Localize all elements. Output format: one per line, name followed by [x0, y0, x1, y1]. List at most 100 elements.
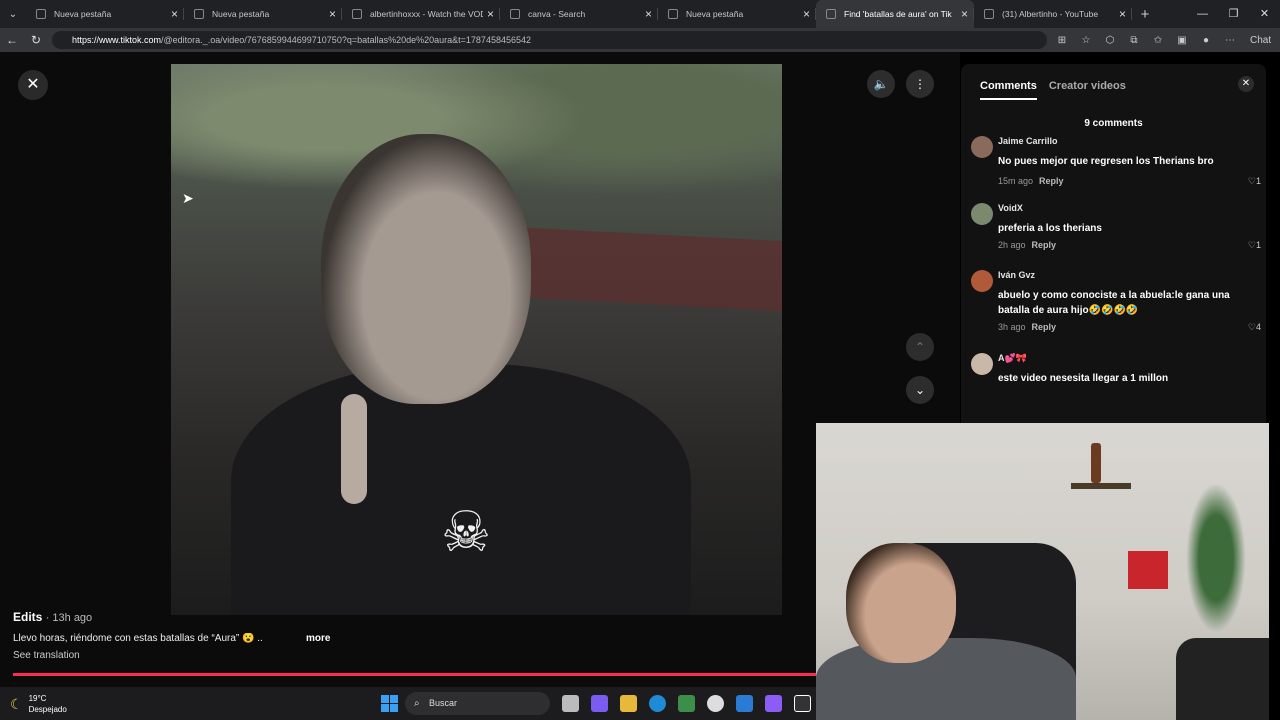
tab-close-icon[interactable]: × — [803, 7, 810, 21]
new-tab-button[interactable]: + — [1132, 6, 1158, 23]
video-progress-bar[interactable] — [13, 673, 816, 676]
close-panel-icon[interactable]: ✕ — [1238, 76, 1254, 92]
reply-button[interactable]: Reply — [1039, 176, 1064, 186]
store-app-icon[interactable] — [678, 695, 695, 712]
windows-taskbar: ☾ 19°C Despejado ⌕ Buscar — [0, 687, 816, 720]
video-time-ago: · 13h ago — [45, 612, 93, 624]
avatar[interactable] — [971, 203, 993, 225]
capcut-icon[interactable] — [794, 695, 811, 712]
profile-avatar[interactable]: ● — [1196, 35, 1216, 46]
tab-creator-videos[interactable]: Creator videos — [1049, 80, 1126, 100]
windows-start-icon[interactable] — [381, 695, 398, 712]
like-count: 4 — [1255, 322, 1261, 332]
comment-username[interactable]: Iván Gvz — [998, 270, 1035, 280]
volume-icon[interactable]: 🔈 — [867, 70, 895, 98]
comment-text: preferia a los therians — [998, 223, 1102, 234]
comment-time: 3h ago — [998, 322, 1026, 332]
taskbar-search-input[interactable]: ⌕ Buscar — [405, 692, 550, 715]
url-field[interactable]: https://www.tiktok.com/@editora._.oa/vid… — [52, 31, 1047, 49]
app-icon[interactable] — [707, 695, 724, 712]
browser-tab[interactable]: canva - Search × — [500, 0, 658, 28]
weather-widget[interactable]: ☾ 19°C Despejado — [10, 693, 67, 715]
close-window-icon[interactable]: ✕ — [1249, 0, 1280, 28]
browser-tab[interactable]: Nueva pestaña × — [184, 0, 342, 28]
comment-username[interactable]: Jaime Carrillo — [998, 136, 1058, 146]
video-caption: Llevo horas, riéndome con estas batallas… — [13, 633, 263, 644]
reload-icon[interactable]: ↻ — [24, 33, 48, 47]
split-screen-icon[interactable]: ⧉ — [1124, 35, 1144, 46]
teams-icon[interactable] — [765, 695, 782, 712]
reply-button[interactable]: Reply — [1032, 322, 1057, 332]
minimize-icon[interactable]: — — [1187, 0, 1218, 28]
tab-close-icon[interactable]: × — [1119, 7, 1126, 21]
comment-likes[interactable]: ♡1 — [1248, 176, 1261, 187]
comment-likes[interactable]: ♡4 — [1248, 322, 1261, 333]
search-icon: ⌕ — [414, 698, 420, 709]
video-author-name[interactable]: Edits — [13, 610, 42, 624]
avatar[interactable] — [971, 136, 993, 158]
browser-tab[interactable]: Nueva pestaña × — [658, 0, 816, 28]
mouse-cursor-icon: ➤ — [182, 190, 194, 206]
webcam-microphone — [1176, 638, 1269, 720]
file-explorer-icon[interactable] — [620, 695, 637, 712]
copilot-chat-button[interactable]: Chat — [1250, 35, 1271, 46]
video-more-options-icon[interactable]: ⋮ — [906, 70, 934, 98]
heart-icon[interactable]: ♡ — [1248, 240, 1256, 250]
favorite-star-icon[interactable]: ☆ — [1076, 35, 1096, 46]
video-subject-head — [321, 134, 531, 404]
weather-text: 19°C Despejado — [29, 693, 67, 715]
tab-favicon-icon — [510, 9, 520, 19]
back-icon[interactable]: ← — [0, 33, 24, 47]
tab-close-icon[interactable]: × — [329, 7, 336, 21]
task-view-icon[interactable] — [562, 695, 579, 712]
video-author[interactable]: Edits · 13h ago — [13, 610, 92, 624]
extensions-icon[interactable]: ⬡ — [1100, 35, 1120, 46]
video-background-awning — [511, 226, 782, 312]
apps-icon[interactable]: ⊞ — [1052, 35, 1072, 46]
heart-icon[interactable]: ♡ — [1248, 176, 1256, 186]
more-menu-icon[interactable]: ⋯ — [1220, 35, 1240, 46]
copilot-app-icon[interactable] — [591, 695, 608, 712]
browser-tab[interactable]: Nueva pestaña × — [26, 0, 184, 28]
previous-video-button[interactable]: ⌃ — [906, 333, 934, 361]
weather-temperature: 19°C — [28, 694, 47, 703]
close-video-button[interactable]: ✕ — [18, 70, 48, 100]
tab-list-menu-icon[interactable]: ⌄ — [0, 0, 26, 28]
favorites-icon[interactable]: ✩ — [1148, 35, 1168, 46]
heart-icon[interactable]: ♡ — [1248, 322, 1256, 332]
avatar[interactable] — [971, 353, 993, 375]
edge-browser-icon[interactable] — [649, 695, 666, 712]
tab-title: Nueva pestaña — [212, 9, 270, 19]
browser-tab[interactable]: Find 'batallas de aura' on Tik × — [816, 0, 974, 28]
comment-meta: 2h ago Reply — [998, 240, 1056, 250]
comment-likes[interactable]: ♡1 — [1248, 240, 1261, 251]
comment-time: 15m ago — [998, 176, 1034, 186]
tab-close-icon[interactable]: × — [487, 7, 494, 21]
browser-tab[interactable]: (31) Albertinho - YouTube × — [974, 0, 1132, 28]
avatar[interactable] — [971, 270, 993, 292]
browser-tab-bar: ⌄ Nueva pestaña × Nueva pestaña × albertinho… — [0, 0, 1280, 28]
comment-username[interactable]: VoidX — [998, 203, 1023, 213]
comment-meta: 15m ago Reply — [998, 176, 1064, 186]
tab-close-icon[interactable]: × — [171, 7, 178, 21]
webcam-person-head — [846, 543, 956, 663]
collections-icon[interactable]: ▣ — [1172, 35, 1192, 46]
webcam-plant — [1186, 483, 1246, 633]
tab-close-icon[interactable]: × — [961, 7, 968, 21]
comment-text: abuelo y como conociste a la abuela:le g… — [998, 290, 1230, 316]
weather-condition: Despejado — [28, 705, 67, 714]
video-subject-body — [231, 364, 691, 615]
mail-icon[interactable] — [736, 695, 753, 712]
restore-icon[interactable]: ❐ — [1218, 0, 1249, 28]
video-player[interactable]: ☠ — [171, 64, 782, 615]
tab-comments[interactable]: Comments — [980, 80, 1037, 100]
reply-button[interactable]: Reply — [1032, 240, 1057, 250]
browser-tab[interactable]: albertinhoxxx - Watch the VOD o × — [342, 0, 500, 28]
see-translation-link[interactable]: See translation — [13, 650, 80, 661]
next-video-button[interactable]: ⌄ — [906, 376, 934, 404]
browser-toolbar: ⊞ ☆ ⬡ ⧉ ✩ ▣ ● ⋯ Chat — [1052, 28, 1271, 52]
comment-username[interactable]: A💕🎀 — [998, 353, 1027, 364]
caption-more-link[interactable]: more — [306, 633, 330, 644]
tab-title: canva - Search — [528, 9, 586, 19]
tab-close-icon[interactable]: × — [645, 7, 652, 21]
